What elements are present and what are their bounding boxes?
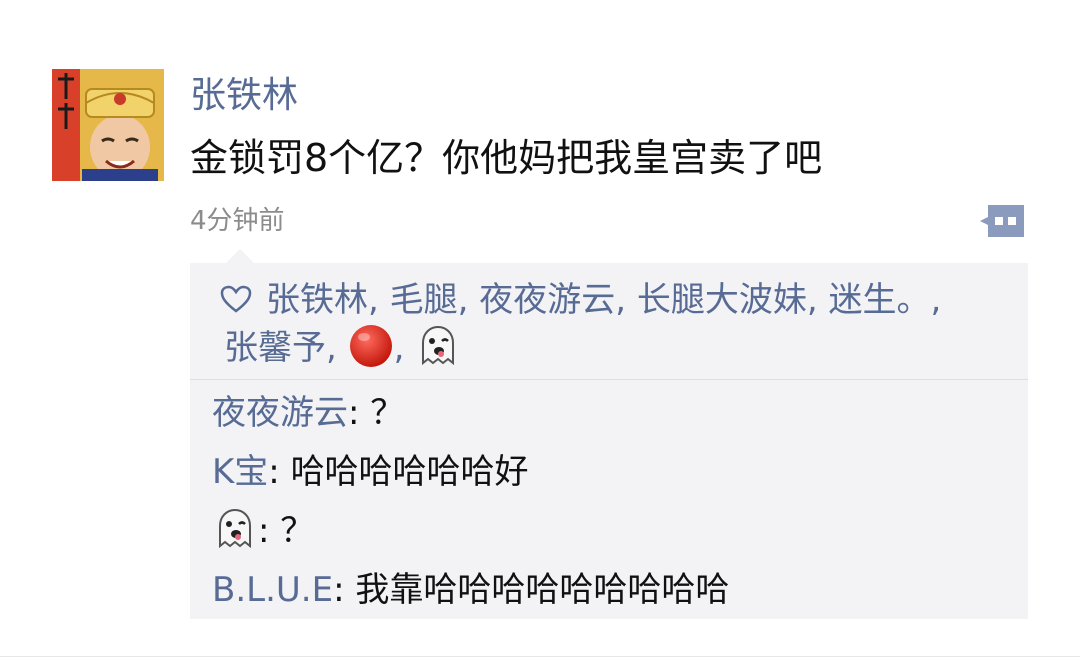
comments-list: 夜夜游云: ？ K宝: 哈哈哈哈哈哈好 : ？ B.L.U.E: 我靠哈哈哈哈哈… <box>212 387 1012 623</box>
like-separator: , <box>368 280 390 320</box>
ghost-icon[interactable] <box>415 323 461 369</box>
like-name[interactable]: 毛腿 <box>390 280 458 320</box>
comment-author[interactable]: K宝 <box>212 452 268 492</box>
comment-colon: : <box>268 452 291 492</box>
comment-more-button[interactable] <box>978 203 1026 239</box>
panel-arrow <box>226 249 254 263</box>
heart-outline-icon <box>220 285 252 313</box>
comment-text: ？ <box>280 511 315 551</box>
post-content: 金锁罚8个亿？你他妈把我皇宫卖了吧 <box>190 136 823 180</box>
avatar[interactable] <box>52 69 164 181</box>
comment-item[interactable]: B.L.U.E: 我靠哈哈哈哈哈哈哈哈哈 <box>212 564 1012 623</box>
comment-author[interactable]: 夜夜游云 <box>212 393 348 433</box>
comment-author[interactable]: B.L.U.E <box>212 570 333 610</box>
divider <box>190 379 1028 380</box>
comment-text: 哈哈哈哈哈哈好 <box>290 452 529 492</box>
like-name[interactable]: 长腿大波妹 <box>637 280 807 320</box>
comment-text: 我靠哈哈哈哈哈哈哈哈哈 <box>355 570 730 610</box>
like-name[interactable]: 迷生。 <box>829 280 931 320</box>
red-circle-icon[interactable] <box>348 323 394 369</box>
like-separator: , <box>930 280 942 320</box>
ghost-icon[interactable] <box>212 506 258 552</box>
comment-item[interactable]: K宝: 哈哈哈哈哈哈好 <box>212 446 1012 505</box>
moments-post: 张铁林 金锁罚8个亿？你他妈把我皇宫卖了吧 4分钟前 张铁林, 毛腿, 夜夜游云… <box>0 0 1080 660</box>
bottom-divider <box>0 656 1080 657</box>
like-separator: , <box>806 280 829 320</box>
likes-list: 张铁林, 毛腿, 夜夜游云, 长腿大波妹, 迷生。, 张馨予, , <box>220 277 1020 371</box>
like-name[interactable]: 夜夜游云 <box>479 280 615 320</box>
comment-item[interactable]: 夜夜游云: ？ <box>212 387 1012 446</box>
comment-text: ？ <box>370 393 405 433</box>
like-name[interactable]: 张铁林 <box>266 280 368 320</box>
like-separator: , <box>457 280 480 320</box>
interaction-panel: 张铁林, 毛腿, 夜夜游云, 长腿大波妹, 迷生。, 张馨予, , 夜夜游云: … <box>190 249 1028 619</box>
post-time: 4分钟前 <box>190 206 285 236</box>
comment-item[interactable]: : ？ <box>212 505 1012 564</box>
like-name[interactable]: 张馨予 <box>224 328 326 368</box>
like-separator: , <box>326 328 348 368</box>
comment-colon: : <box>348 393 371 433</box>
like-separator: , <box>615 280 637 320</box>
like-separator: , <box>393 328 416 368</box>
comment-colon: : <box>258 511 281 551</box>
post-author-name[interactable]: 张铁林 <box>190 74 298 118</box>
more-dots-icon <box>980 205 1024 237</box>
comment-colon: : <box>333 570 356 610</box>
